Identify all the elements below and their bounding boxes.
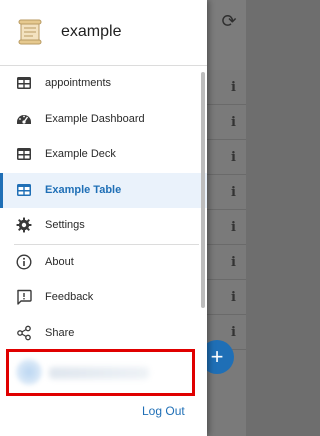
info-icon: i <box>231 115 236 130</box>
info-icon: i <box>231 150 236 165</box>
nav-list: appointments Example Dashboard Example D… <box>0 66 207 351</box>
drawer-header: example <box>0 0 207 66</box>
nav-item-example-table[interactable]: Example Table <box>0 172 207 208</box>
nav-item-label: Share <box>45 326 75 339</box>
dashboard-gauge-icon <box>17 114 31 124</box>
nav-item-appointments[interactable]: appointments <box>0 66 207 102</box>
info-icon: i <box>231 220 236 235</box>
feedback-icon <box>17 289 32 305</box>
table-icon <box>17 77 31 89</box>
nav-item-label: appointments <box>45 77 112 89</box>
background-row: i <box>205 140 246 175</box>
refresh-icon: ⟳ <box>221 11 237 31</box>
nav-item-about[interactable]: About <box>0 245 207 281</box>
gear-icon <box>16 217 32 233</box>
info-icon: i <box>231 255 236 270</box>
nav-item-settings[interactable]: Settings <box>0 208 207 244</box>
nav-item-label: Example Dashboard <box>45 112 145 125</box>
share-icon <box>17 325 31 340</box>
nav-item-feedback[interactable]: Feedback <box>0 280 207 316</box>
info-icon <box>16 253 32 270</box>
nav-item-label: Example Deck <box>45 148 116 160</box>
nav-item-label: Settings <box>45 219 85 231</box>
nav-item-label: About <box>45 255 74 268</box>
app-name: example <box>61 23 122 40</box>
info-icon: i <box>231 80 236 95</box>
avatar <box>16 359 42 385</box>
table-icon <box>17 148 31 160</box>
background-row: i <box>205 105 246 140</box>
app-logo-scroll-icon <box>18 19 42 45</box>
logout-link[interactable]: Log Out <box>142 404 185 418</box>
background-row: i <box>205 210 246 245</box>
nav-item-example-dashboard[interactable]: Example Dashboard <box>0 102 207 138</box>
nav-item-example-deck[interactable]: Example Deck <box>0 137 207 173</box>
nav-item-label: Example Table <box>45 183 122 196</box>
nav-item-share[interactable]: Share <box>0 316 207 352</box>
drawer-scrollbar[interactable] <box>201 72 205 308</box>
background-row: i <box>205 70 246 105</box>
background-row: i <box>205 245 246 280</box>
background-row: i <box>205 280 246 315</box>
info-icon: i <box>231 325 236 340</box>
info-icon: i <box>231 185 236 200</box>
info-icon: i <box>231 290 236 305</box>
nav-item-label: Feedback <box>45 291 94 303</box>
navigation-drawer: example appointments Example Dashboard E… <box>0 0 207 436</box>
background-row: i <box>205 175 246 210</box>
user-profile-card[interactable] <box>6 349 195 396</box>
user-name-redacted <box>49 367 149 379</box>
table-icon <box>17 183 31 196</box>
